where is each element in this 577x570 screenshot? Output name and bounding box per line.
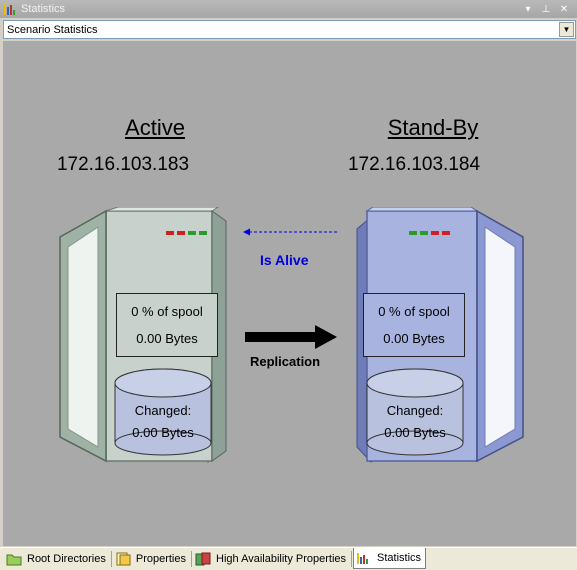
standby-ip: 172.16.103.184 bbox=[347, 154, 481, 175]
tab-root-directories[interactable]: Root Directories bbox=[4, 549, 110, 569]
active-changed-bytes: 0.00 Bytes bbox=[132, 425, 194, 440]
active-spool-bytes: 0.00 Bytes bbox=[136, 331, 198, 346]
active-changed-label: Changed: bbox=[134, 403, 192, 418]
chevron-down-icon[interactable]: ▼ bbox=[559, 22, 574, 37]
standby-changed-label: Changed: bbox=[386, 403, 444, 418]
active-ip: 172.16.103.183 bbox=[56, 154, 190, 175]
replication-label: Replication bbox=[250, 354, 321, 369]
statistics-icon bbox=[356, 551, 372, 565]
folder-icon bbox=[6, 552, 22, 566]
active-spool-panel: 0 % of spool 0.00 Bytes bbox=[116, 293, 218, 357]
bottom-tab-strip: Root Directories Properties High Availab… bbox=[0, 547, 577, 570]
active-role-title: Active bbox=[125, 115, 185, 140]
active-changed-panel: Changed: 0.00 Bytes bbox=[113, 400, 213, 444]
standby-changed-bytes: 0.00 Bytes bbox=[384, 425, 446, 440]
statistics-icon bbox=[3, 2, 17, 16]
replication-arrow-icon bbox=[245, 325, 337, 349]
panel-title-bar: Statistics ▾ ⊥ ✕ bbox=[0, 0, 577, 18]
standby-role-title: Stand-By bbox=[387, 115, 479, 140]
scenario-select[interactable]: Scenario Statistics ▼ bbox=[3, 20, 576, 39]
statistics-canvas: Active 172.16.103.183 0 % of spool 0.00 … bbox=[3, 41, 576, 546]
ha-properties-icon bbox=[195, 552, 211, 566]
standby-changed-panel: Changed: 0.00 Bytes bbox=[365, 400, 465, 444]
standby-spool-percent: 0 % of spool bbox=[378, 304, 450, 319]
tab-statistics[interactable]: Statistics bbox=[353, 547, 427, 569]
standby-spool-bytes: 0.00 Bytes bbox=[383, 331, 445, 346]
properties-icon bbox=[115, 552, 131, 566]
panel-menu-dropdown-button[interactable]: ▾ bbox=[523, 4, 533, 15]
tab-high-availability-properties-label: High Availability Properties bbox=[216, 553, 347, 565]
pin-button[interactable]: ⊥ bbox=[541, 4, 551, 15]
close-button[interactable]: ✕ bbox=[559, 4, 569, 15]
scenario-select-value: Scenario Statistics bbox=[7, 23, 98, 36]
tab-properties-label: Properties bbox=[135, 553, 186, 565]
tab-root-directories-label: Root Directories bbox=[27, 553, 106, 565]
heartbeat-arrow-icon bbox=[243, 228, 337, 236]
is-alive-label: Is Alive bbox=[260, 252, 309, 268]
active-spool-percent: 0 % of spool bbox=[131, 304, 203, 319]
tab-properties[interactable]: Properties bbox=[113, 549, 190, 569]
panel-title: Statistics bbox=[21, 3, 66, 15]
standby-spool-panel: 0 % of spool 0.00 Bytes bbox=[363, 293, 465, 357]
tab-separator bbox=[351, 551, 353, 567]
tab-separator bbox=[191, 551, 192, 567]
tab-high-availability-properties[interactable]: High Availability Properties bbox=[193, 549, 350, 569]
tab-statistics-label: Statistics bbox=[377, 551, 422, 564]
tab-separator bbox=[110, 551, 112, 567]
